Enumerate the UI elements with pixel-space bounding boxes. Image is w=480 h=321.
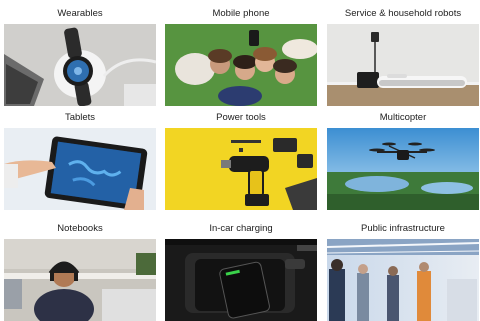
tile-tablets: Tablets [4, 110, 156, 210]
tablets-photo [4, 128, 156, 210]
application-grid: Wearables Mobile phone Service & househo… [0, 0, 480, 321]
tile-label: Tablets [64, 112, 96, 123]
tile-public-infrastructure: Public infrastructure [327, 221, 479, 321]
tile-label: Notebooks [57, 223, 103, 234]
tile-wearables: Wearables [4, 6, 156, 106]
multicopter-photo [327, 128, 479, 210]
tile-label: Wearables [57, 8, 103, 19]
tile-power-tools: Power tools [165, 110, 317, 210]
notebooks-photo [4, 239, 156, 321]
tile-notebooks: Notebooks [4, 221, 156, 321]
tile-label: Public infrastructure [361, 223, 445, 234]
tile-mobile-phone: Mobile phone [165, 6, 317, 106]
mobile-phone-photo [165, 24, 317, 106]
power-tools-photo [165, 128, 317, 210]
wearables-photo [4, 24, 156, 106]
tile-service-household-robots: Service & household robots [327, 6, 479, 106]
public-infrastructure-photo [327, 239, 479, 321]
tile-label: In-car charging [209, 223, 273, 234]
tile-in-car-charging: In-car charging [165, 221, 317, 321]
tile-label: Multicopter [379, 112, 427, 123]
tile-label: Mobile phone [212, 8, 270, 19]
tile-label: Service & household robots [344, 8, 462, 19]
in-car-charging-photo [165, 239, 317, 321]
robots-photo [327, 24, 479, 106]
tile-label: Power tools [216, 112, 266, 123]
tile-multicopter: Multicopter [327, 110, 479, 210]
